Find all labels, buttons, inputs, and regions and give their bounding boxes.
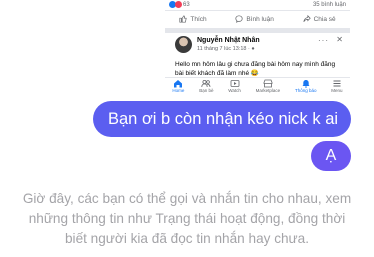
love-reaction-icon	[175, 1, 182, 8]
close-icon: ✕	[336, 35, 343, 44]
chat-info-notice: Giờ đây, các bạn có thể gọi và nhắn tin …	[0, 189, 374, 249]
info-line-2: những thông tin như Trạng thái hoạt động…	[28, 211, 346, 226]
like-label: Thích	[190, 15, 207, 23]
tab-marketplace: Marketplace	[256, 78, 280, 93]
tab-watch: Watch	[228, 78, 241, 93]
feed-divider	[165, 28, 350, 33]
post-stats: 63 35 bình luận	[165, 0, 350, 9]
menu-icon	[333, 80, 341, 87]
tab-menu: Menu	[331, 78, 343, 93]
sent-message-text-short: Ạ	[325, 147, 337, 164]
globe-icon: ●	[251, 46, 255, 52]
comment-count: 35 bình luận	[312, 1, 346, 8]
shared-post-screenshot[interactable]: 63 35 bình luận Thích Bình luận Chia sẻ …	[165, 0, 350, 97]
tab-friends: Bạn bè	[199, 78, 213, 93]
sent-message-bubble[interactable]: Bạn ơi b còn nhận kéo nick k ai	[93, 101, 351, 137]
info-line-3: biết người kia đã đọc tin nhắn hay chưa.	[64, 231, 309, 246]
fb-tab-bar: Home Bạn bè Watch Marketplace Thông báo …	[165, 77, 350, 97]
sent-message-bubble-short[interactable]: Ạ	[311, 141, 351, 171]
comment-label: Bình luận	[246, 15, 274, 23]
reaction-count: 63	[183, 1, 190, 8]
bell-icon	[302, 80, 310, 88]
author-avatar	[175, 36, 192, 53]
author-name: Nguyễn Nhật Nhân	[197, 37, 260, 44]
more-icon: ···	[318, 36, 329, 45]
info-line-1: Giờ đây, các bạn có thể gọi và nhắn tin …	[22, 191, 352, 206]
like-button: Thích	[179, 15, 207, 23]
comment-icon	[235, 15, 243, 23]
reaction-summary: 63	[165, 1, 190, 8]
share-button: Chia sẻ	[303, 15, 336, 23]
like-icon	[179, 15, 187, 23]
share-icon	[303, 15, 311, 22]
post-text: Hello mn hôm lâu gi chưa đăng bài hôm na…	[175, 61, 336, 77]
post-time: 11 tháng 7 lúc 13:18 · ●	[197, 46, 255, 52]
comment-button: Bình luận	[235, 15, 274, 23]
post-actions: Thích Bình luận Chia sẻ	[165, 10, 350, 27]
post-header: Nguyễn Nhật Nhân 11 tháng 7 lúc 13:18 · …	[175, 35, 345, 56]
marketplace-icon	[263, 79, 273, 88]
home-icon	[174, 80, 183, 88]
watch-icon	[230, 80, 239, 87]
share-label: Chia sẻ	[313, 15, 336, 23]
tab-home: Home	[172, 78, 184, 93]
tab-notifications: Thông báo	[295, 78, 317, 93]
sent-message-text: Bạn ơi b còn nhận kéo nick k ai	[108, 109, 339, 128]
friends-icon	[201, 79, 211, 88]
